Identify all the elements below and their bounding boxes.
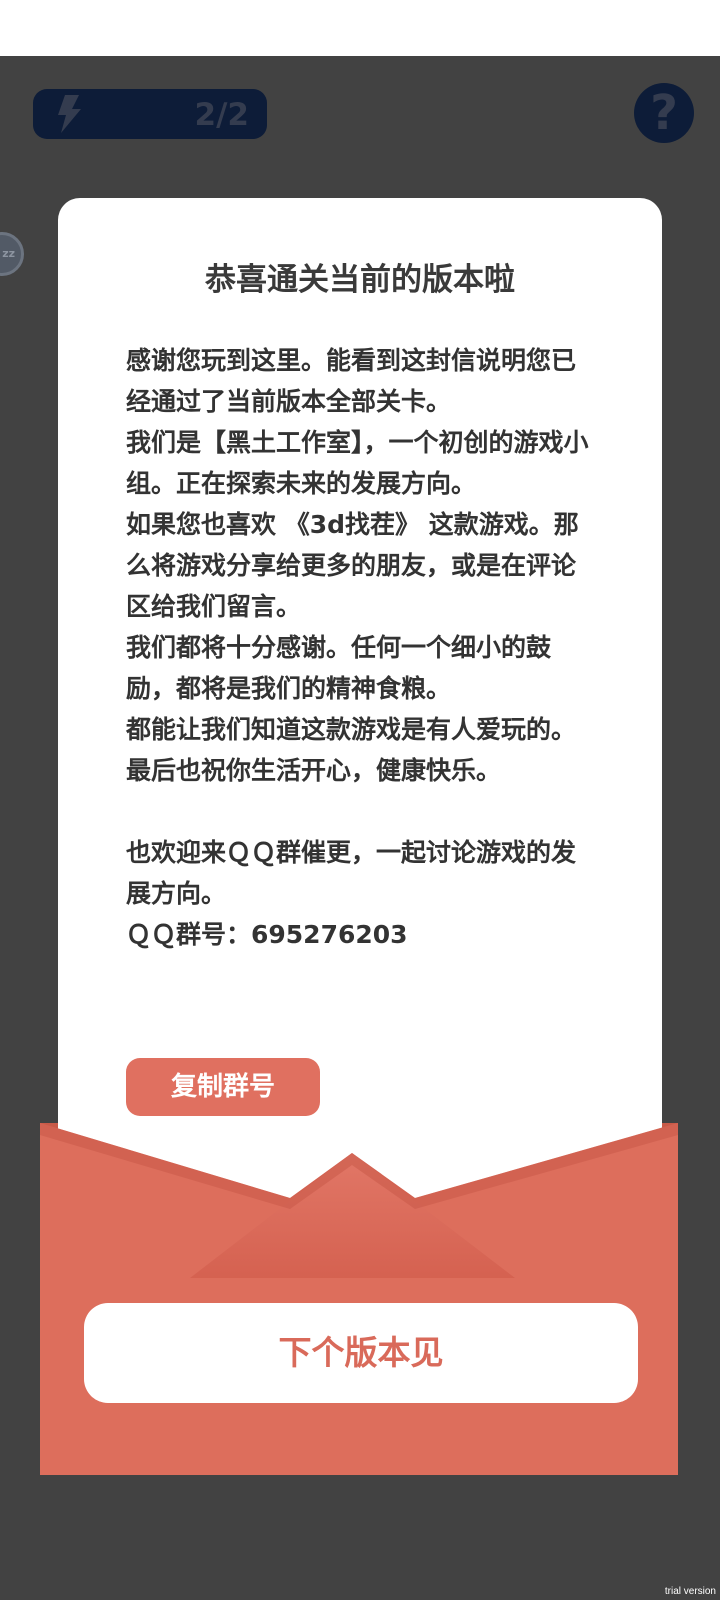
lightning-bolt-icon [58,95,81,133]
help-button[interactable]: ? [634,83,694,143]
letter-paragraph: 感谢您玩到这里。能看到这封信说明您已经通过了当前版本全部关卡。 [126,346,577,416]
letter-title: 恭喜通关当前的版本啦 [205,262,515,298]
letter-paragraph: 我们是【黑土工作室】，一个初创的游戏小组。正在探索未来的发展方向。 [126,428,589,498]
letter-paragraph: 如果您也喜欢 《3d找茬》 这款游戏。那么将游戏分享给更多的朋友，或是在评论区给… [126,510,579,621]
trial-watermark: trial version [664,1586,716,1597]
status-bar [0,0,720,56]
energy-indicator: 2/2 [33,89,267,139]
letter-card: 恭喜通关当前的版本啦 感谢您玩到这里。能看到这封信说明您已经通过了当前版本全部关… [58,198,662,1208]
copy-group-number-button[interactable]: 复制群号 [126,1058,320,1116]
letter-paragraph: 都能让我们知道这款游戏是有人爱玩的。最后也祝你生活开心，健康快乐。 [126,715,577,785]
letter-paragraph: 也欢迎来ＱＱ群催更，一起讨论游戏的发展方向。 [126,838,577,908]
envelope-front [40,1123,678,1475]
next-version-button[interactable]: 下个版本见 [84,1303,638,1403]
question-mark-icon: ? [650,85,678,141]
letter-body: 感谢您玩到这里。能看到这封信说明您已经通过了当前版本全部关卡。 我们是【黑土工作… [126,340,596,955]
qq-group-number: ＱＱ群号：695276203 [126,920,408,949]
side-avatar-badge[interactable]: zz [0,232,24,276]
energy-count: 2/2 [194,97,249,133]
letter-paragraph: 我们都将十分感谢。任何一个细小的鼓励，都将是我们的精神食粮。 [126,633,552,703]
